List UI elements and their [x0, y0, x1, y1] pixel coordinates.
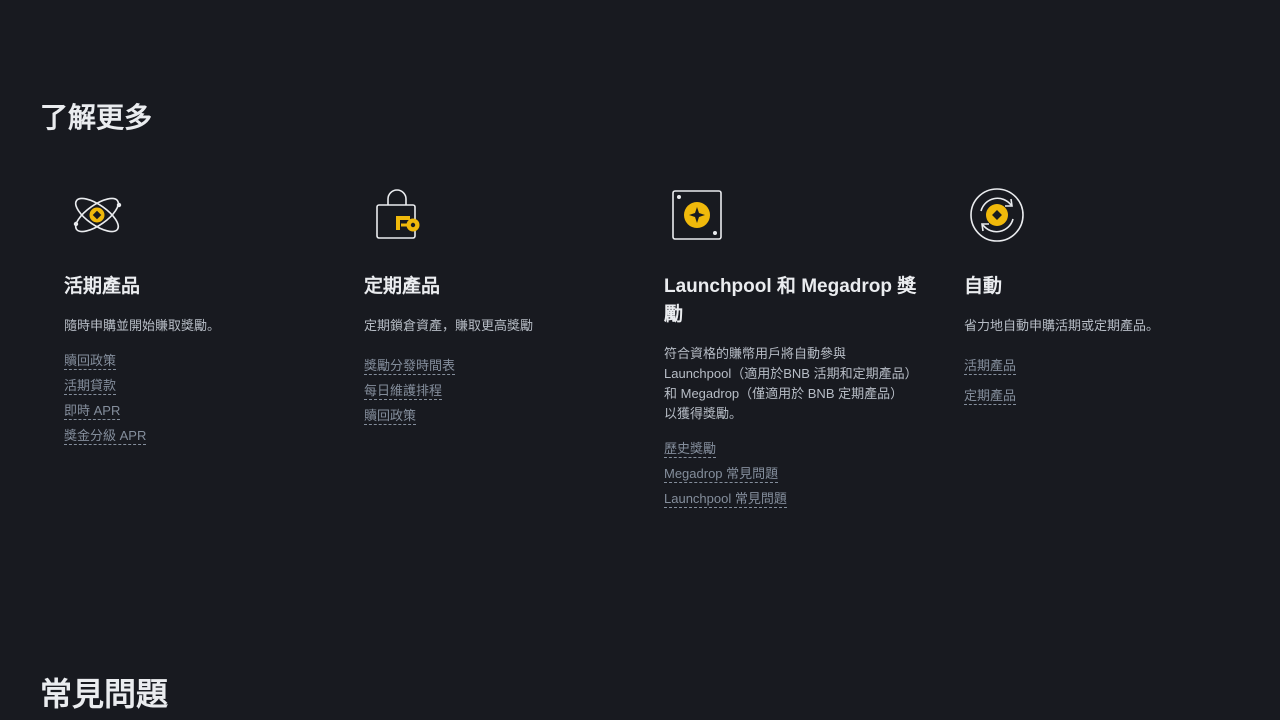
link-daily-maintenance[interactable]: 每日維護排程	[364, 383, 443, 400]
card-title: 定期產品	[364, 276, 441, 297]
star-box-icon	[667, 185, 727, 245]
list-item: 活期產品	[964, 357, 1017, 387]
card-description: 省力地自動申購活期或定期產品。	[964, 318, 1160, 333]
link-flexible-products[interactable]: 活期產品	[964, 358, 1017, 375]
card-title: Launchpool 和 Megadrop 獎勵	[664, 276, 917, 325]
card-title: 自動	[964, 276, 1003, 297]
link-reward-schedule[interactable]: 獎勵分發時間表	[364, 358, 456, 375]
lock-key-icon	[367, 185, 427, 245]
card-title: 活期產品	[64, 276, 141, 297]
card-description: 符合資格的賺幣用戶將自動參與 Launchpool（適用於BNB 活期和定期產品…	[664, 346, 912, 421]
card-link-list: 歷史獎勵 Megadrop 常見問題 Launchpool 常見問題	[664, 440, 787, 515]
link-launchpool-faq[interactable]: Launchpool 常見問題	[664, 491, 787, 508]
link-flexible-loan[interactable]: 活期貸款	[64, 378, 117, 395]
list-item: 獎勵分發時間表	[364, 357, 456, 382]
list-item: 即時 APR	[64, 402, 146, 427]
list-item: 贖回政策	[64, 352, 146, 377]
card-link-list: 贖回政策 活期貸款 即時 APR 獎金分級 APR	[64, 352, 147, 452]
list-item: 定期產品	[964, 387, 1017, 417]
card-description: 隨時申購並開始賺取獎勵。	[64, 318, 221, 333]
learn-more-title: 了解更多	[40, 102, 153, 133]
atom-orbit-icon	[67, 185, 127, 245]
card-link-list: 獎勵分發時間表 每日維護排程 贖回政策	[364, 357, 456, 432]
auto-cycle-coin-icon	[967, 185, 1027, 245]
list-item: 獎金分級 APR	[64, 427, 147, 452]
learn-more-page: 了解更多 活期產品 隨時申購並開始賺取獎勵。 贖回政策 活期貸款 即時 APR …	[0, 0, 1280, 720]
link-locked-products[interactable]: 定期產品	[964, 388, 1017, 405]
list-item: Launchpool 常見問題	[664, 490, 787, 515]
link-redeem-policy[interactable]: 贖回政策	[64, 353, 117, 370]
list-item: 活期貸款	[64, 377, 146, 402]
link-redeem-policy[interactable]: 贖回政策	[364, 408, 417, 425]
faq-title: 常見問題	[40, 676, 169, 712]
card-description: 定期鎖倉資產，賺取更高獎勵	[364, 318, 534, 333]
link-historical-rewards[interactable]: 歷史獎勵	[664, 441, 717, 458]
list-item: 每日維護排程	[364, 382, 455, 407]
list-item: 歷史獎勵	[664, 440, 787, 465]
link-real-time-apr[interactable]: 即時 APR	[64, 403, 121, 420]
card-link-list: 活期產品 定期產品	[964, 357, 1017, 417]
list-item: Megadrop 常見問題	[664, 465, 787, 490]
link-megadrop-faq[interactable]: Megadrop 常見問題	[664, 466, 779, 483]
link-tiered-apr[interactable]: 獎金分級 APR	[64, 428, 147, 445]
list-item: 贖回政策	[364, 407, 455, 432]
